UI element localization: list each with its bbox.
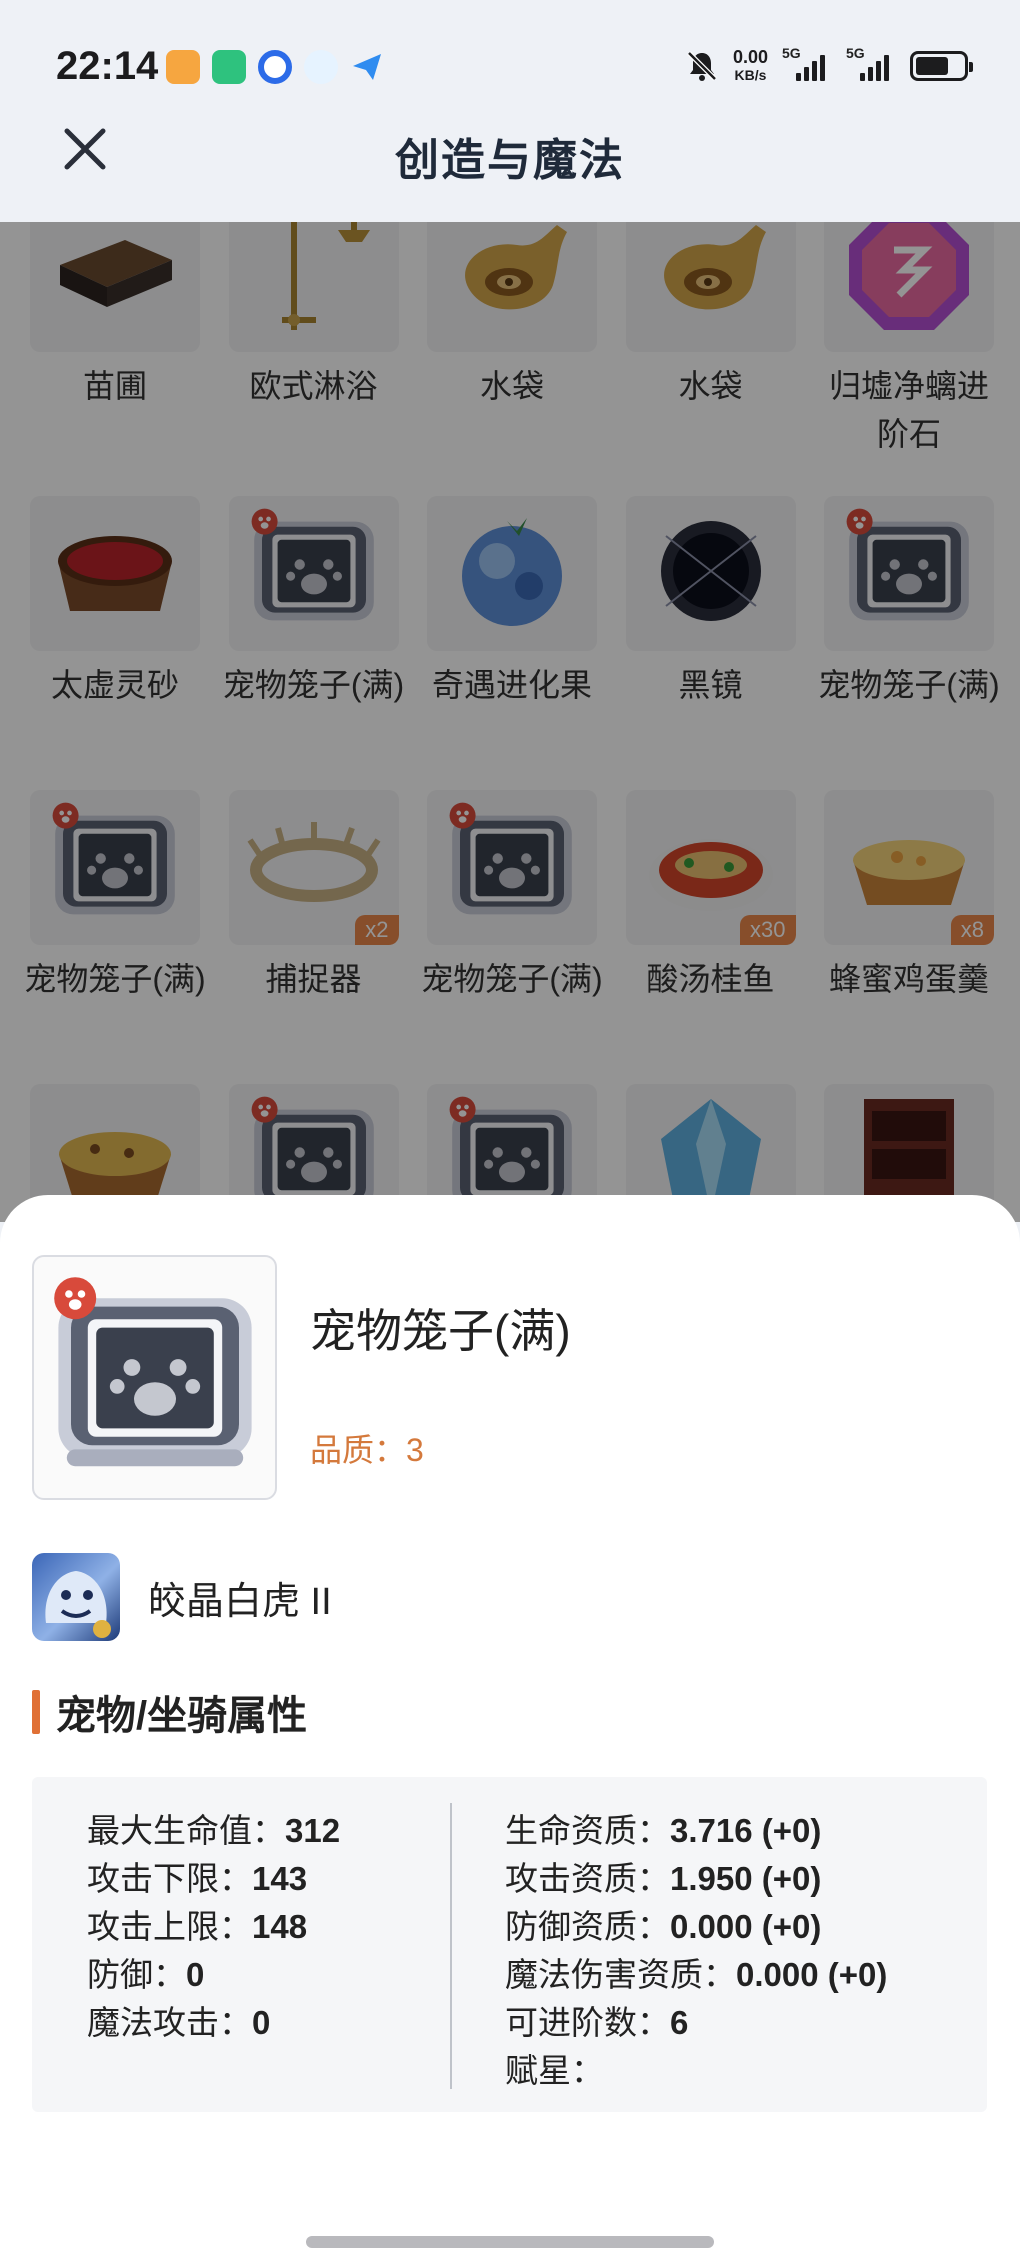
attribute-label: 魔法伤害资质： (505, 1956, 736, 1993)
send-app-icon (350, 50, 384, 84)
video-app-icon (212, 50, 246, 84)
app-notification-icon (166, 50, 200, 84)
attribute-value: 3.716 (+0) (670, 1812, 822, 1849)
app-header: 创造与魔法 (0, 110, 1020, 222)
status-right: 0.00 KB/s 5G 5G (685, 45, 973, 84)
signal-icon: 5G (846, 45, 896, 81)
item-detail-name: 宠物笼子(满) (310, 1305, 571, 1357)
browser-app-icon (258, 50, 292, 84)
attribute-value: 6 (670, 2004, 689, 2041)
attributes-divider (450, 1803, 452, 2089)
attribute-label: 防御资质： (505, 1908, 670, 1945)
signal-icon: 5G (782, 45, 832, 81)
section-title: 宠物/坐骑属性 (56, 1694, 308, 1738)
attribute-row: 可进阶数：6 (505, 1999, 887, 2047)
clock: 22:14 (56, 44, 159, 88)
attribute-value: 0.000 (+0) (670, 1908, 822, 1945)
attribute-row: 攻击下限：143 (87, 1855, 340, 1903)
left-attributes: 最大生命值：312 攻击下限：143 攻击上限：148 防御：0 魔法攻击：0 (87, 1807, 340, 2047)
white-tiger-avatar-icon (32, 1553, 120, 1641)
dim-overlay[interactable] (0, 222, 1020, 1222)
attribute-row: 赋星： (505, 2047, 887, 2095)
item-detail-sheet: 宠物笼子(满) 品质：3 皎晶白虎 II 宠物/坐骑属性 最大生命值：312 攻击… (0, 1195, 1020, 2267)
attribute-label: 最大生命值： (87, 1812, 285, 1849)
network-speed: 0.00 KB/s (732, 47, 768, 83)
battery-icon (910, 51, 973, 81)
k-app-icon (304, 50, 338, 84)
right-attributes: 生命资质：3.716 (+0) 攻击资质：1.950 (+0) 防御资质：0.000… (505, 1807, 887, 2095)
attribute-value: 312 (285, 1812, 341, 1849)
attribute-row: 攻击资质：1.950 (+0) (505, 1855, 887, 1903)
attribute-label: 攻击上限： (87, 1908, 252, 1945)
attribute-row: 魔法伤害资质：0.000 (+0) (505, 1951, 887, 1999)
attributes-panel: 最大生命值：312 攻击下限：143 攻击上限：148 防御：0 魔法攻击：0 生命资质… (32, 1777, 987, 2112)
attribute-value: 0 (186, 1956, 205, 1993)
attribute-label: 生命资质： (505, 1812, 670, 1849)
attribute-label: 赋星： (505, 2052, 604, 2089)
pet-name: 皎晶白虎 II (148, 1580, 332, 1623)
notification-icons (166, 50, 384, 84)
attribute-value: 0 (252, 2004, 271, 2041)
attribute-value: 1.950 (+0) (670, 1860, 822, 1897)
section-accent-bar (32, 1690, 40, 1734)
pet-info-row: 皎晶白虎 II (32, 1553, 332, 1641)
item-quality: 品质：3 (310, 1432, 424, 1468)
bell-muted-icon (687, 51, 717, 81)
attribute-row: 防御资质：0.000 (+0) (505, 1903, 887, 1951)
item-detail-image (32, 1255, 277, 1500)
attribute-label: 魔法攻击： (87, 2004, 252, 2041)
attribute-value: 0.000 (+0) (736, 1956, 888, 1993)
page-title: 创造与魔法 (395, 136, 625, 185)
attribute-value: 143 (252, 1860, 308, 1897)
attribute-row: 生命资质：3.716 (+0) (505, 1807, 887, 1855)
attribute-row: 防御：0 (87, 1951, 340, 1999)
home-indicator[interactable] (306, 2236, 714, 2248)
attribute-label: 可进阶数： (505, 2004, 670, 2041)
attribute-row: 最大生命值：312 (87, 1807, 340, 1855)
attribute-label: 攻击下限： (87, 1860, 252, 1897)
attribute-row: 攻击上限：148 (87, 1903, 340, 1951)
attribute-row: 魔法攻击：0 (87, 1999, 340, 2047)
attribute-label: 攻击资质： (505, 1860, 670, 1897)
attribute-value: 148 (252, 1908, 308, 1945)
attribute-label: 防御： (87, 1956, 186, 1993)
section-header: 宠物/坐骑属性 (32, 1683, 307, 1741)
pet-cage-icon (53, 1276, 252, 1466)
